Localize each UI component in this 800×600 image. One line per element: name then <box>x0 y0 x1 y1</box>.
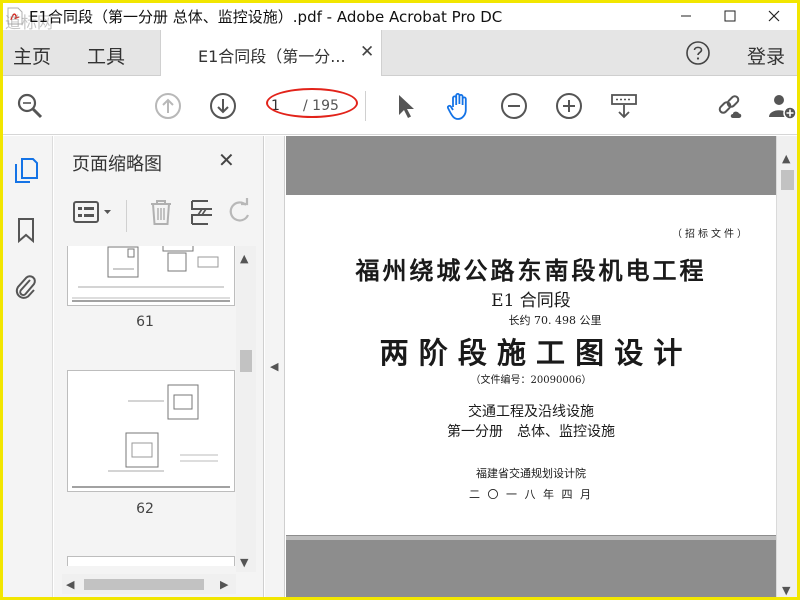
scroll-right-icon[interactable]: ▶ <box>220 578 228 591</box>
thumbnail-hscrollbar[interactable]: ◀ ▶ <box>62 574 236 594</box>
select-cursor-icon[interactable] <box>391 91 421 121</box>
search-icon[interactable] <box>15 91 45 121</box>
thumbnails-panel: 页面缩略图 ✕ 61 62 ▲ ▼ ◀ ▶ <box>54 136 264 597</box>
maximize-icon <box>724 10 736 22</box>
minimize-icon <box>681 15 691 17</box>
panel-collapse-strip[interactable]: ◀ <box>265 136 285 597</box>
page-thumbnail[interactable] <box>67 556 235 566</box>
scroll-up-icon[interactable]: ▲ <box>240 252 248 265</box>
thumbnail-tools <box>54 188 264 244</box>
design-institute: 福建省交通规划设计院 <box>476 467 586 480</box>
login-button[interactable]: 登录 <box>747 42 785 69</box>
volume-title: 交通工程及沿线设施 <box>468 404 594 420</box>
share-link-icon[interactable] <box>715 91 745 121</box>
title-bar: 道标网 E1合同段（第一分册 总体、监控设施）.pdf - Adobe Acro… <box>3 3 797 32</box>
rotate-page-icon[interactable] <box>226 197 254 227</box>
thumbnail-drawing <box>72 246 230 302</box>
add-user-icon[interactable] <box>767 91 797 121</box>
panel-divider <box>126 200 127 232</box>
route-length: 长约 70. 498 公里 <box>508 314 602 327</box>
page-number-input[interactable] <box>271 95 301 117</box>
scroll-left-icon[interactable]: ◀ <box>66 578 74 591</box>
zoom-out-icon[interactable] <box>499 91 529 121</box>
page-thumbnail[interactable] <box>67 246 235 306</box>
thumbnail-drawing <box>68 557 234 566</box>
home-menu[interactable]: 主页 <box>13 42 51 69</box>
previous-page-icon[interactable] <box>153 91 183 121</box>
hscrollbar-thumb[interactable] <box>84 579 204 590</box>
page-thumbnail[interactable] <box>67 370 235 492</box>
scroll-down-icon[interactable]: ▼ <box>240 556 248 569</box>
menu-bar: 主页 工具 E1合同段（第一分... ✕ 登录 <box>3 30 797 76</box>
close-window-button[interactable] <box>751 3 797 29</box>
doc-scroll-down-icon[interactable]: ▼ <box>782 584 790 597</box>
doc-scroll-up-icon[interactable]: ▲ <box>782 152 790 165</box>
attachment-icon[interactable] <box>13 272 39 300</box>
page-total: / 195 <box>303 98 339 114</box>
page-separator <box>286 536 776 540</box>
part-title: 第一分册 总体、监控设施 <box>447 424 615 440</box>
insert-pages-icon[interactable] <box>188 197 216 227</box>
thumbnail-options-icon[interactable] <box>72 197 114 227</box>
thumbnail-list: 61 62 <box>54 246 236 566</box>
hand-tool-icon[interactable] <box>444 91 474 121</box>
design-phase: 两 阶 段 施 工 图 设 计 <box>379 336 683 370</box>
page-thumbnails-icon[interactable] <box>13 156 39 184</box>
minimize-button[interactable] <box>663 3 709 29</box>
document-page: （招标文件） 福州绕城公路东南段机电工程 E1 合同段 长约 70. 498 公… <box>286 195 776 535</box>
toolbar-divider <box>365 91 366 121</box>
issue-date: 二 〇 一 八 年 四 月 <box>469 488 593 501</box>
thumbnail-scrollbar[interactable]: ▲ ▼ <box>236 246 256 572</box>
toolbar: / 195 <box>3 77 797 135</box>
tender-tag: （招标文件） <box>672 229 750 240</box>
project-title: 福州绕城公路东南段机电工程 <box>355 256 707 285</box>
contract-section: E1 合同段 <box>491 291 571 311</box>
help-icon[interactable] <box>685 40 711 66</box>
scroll-mode-icon[interactable] <box>609 91 639 121</box>
next-page-icon[interactable] <box>208 91 238 121</box>
zoom-in-icon[interactable] <box>554 91 584 121</box>
document-scrollbar-thumb[interactable] <box>781 170 794 190</box>
app-window: 道标网 E1合同段（第一分册 总体、监控设施）.pdf - Adobe Acro… <box>0 0 800 600</box>
window-title: E1合同段（第一分册 总体、监控设施）.pdf - Adobe Acrobat … <box>29 8 503 26</box>
file-number: （文件编号：20090006） <box>470 375 592 386</box>
tools-menu[interactable]: 工具 <box>87 42 125 69</box>
document-tab-label: E1合同段（第一分... <box>198 47 346 66</box>
document-scrollbar[interactable]: ▲ ▼ <box>776 136 797 597</box>
document-view: （招标文件） 福州绕城公路东南段机电工程 E1 合同段 长约 70. 498 公… <box>286 136 776 597</box>
bookmark-icon[interactable] <box>13 216 39 244</box>
panel-close-icon[interactable]: ✕ <box>218 148 235 172</box>
navigation-rail <box>3 136 53 597</box>
scrollbar-thumb[interactable] <box>240 350 252 372</box>
page-navigator: / 195 <box>265 91 357 121</box>
tab-close-icon[interactable]: ✕ <box>360 42 374 62</box>
thumbnail-page-number: 62 <box>136 501 154 517</box>
document-tab[interactable]: E1合同段（第一分... ✕ <box>160 30 382 76</box>
panel-title: 页面缩略图 <box>72 154 162 175</box>
close-icon <box>768 10 780 22</box>
thumbnail-page-number: 61 <box>136 314 154 330</box>
thumbnail-drawing <box>72 384 230 488</box>
collapse-panel-icon[interactable]: ◀ <box>270 360 278 373</box>
delete-page-icon[interactable] <box>147 197 175 227</box>
maximize-button[interactable] <box>707 3 753 29</box>
